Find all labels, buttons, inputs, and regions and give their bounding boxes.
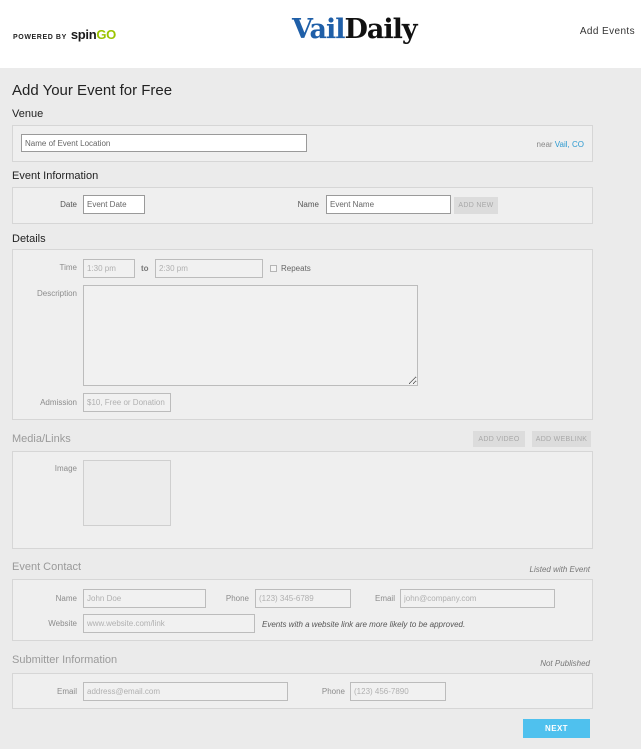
add-weblink-button[interactable]: ADD WEBLINK [532, 431, 591, 447]
contact-phone-input[interactable] [255, 589, 351, 608]
near-location: near Vail, CO [536, 140, 584, 149]
submitter-email-input[interactable] [83, 682, 288, 701]
powered-by: POWERED BY spinGO [13, 27, 116, 42]
repeats-label: Repeats [281, 264, 311, 273]
submitter-phone-input[interactable] [350, 682, 446, 701]
contact-phone-label: Phone [225, 594, 249, 603]
contact-website-label: Website [48, 619, 77, 628]
event-date-input[interactable] [83, 195, 145, 214]
contact-section-title: Event Contact [12, 561, 82, 573]
submitter-section-title: Submitter Information [12, 654, 118, 666]
date-label: Date [60, 200, 77, 209]
near-location-link[interactable]: Vail, CO [555, 140, 584, 149]
venue-section-title: Venue [12, 108, 44, 120]
submitter-panel: Email Phone [12, 673, 593, 709]
next-button[interactable]: NEXT [523, 719, 590, 738]
time-to-label: to [141, 264, 149, 273]
website-hint: Events with a website link are more like… [262, 620, 466, 629]
contact-panel: Name Phone Email Website Events with a w… [12, 579, 593, 641]
vail-daily-logo[interactable]: VailDaily [292, 14, 418, 45]
page-title: Add Your Event for Free [12, 82, 173, 99]
description-label: Description [36, 289, 77, 298]
contact-name-label: Name [55, 594, 77, 603]
add-video-button[interactable]: ADD VIDEO [473, 431, 525, 447]
venue-panel: near Vail, CO [12, 125, 593, 162]
submitter-phone-label: Phone [321, 687, 345, 696]
contact-email-label: Email [374, 594, 395, 603]
repeats-checkbox[interactable] [270, 265, 277, 272]
venue-input[interactable] [21, 134, 307, 152]
submitter-note: Not Published [540, 659, 590, 668]
admission-input[interactable] [83, 393, 171, 412]
top-bar: POWERED BY spinGO VailDaily Add Events [0, 0, 641, 68]
media-panel: Image [12, 451, 593, 549]
event-info-panel: Date Name ADD NEW [12, 187, 593, 224]
contact-email-input[interactable] [400, 589, 555, 608]
event-name-input[interactable] [326, 195, 451, 214]
event-name-label: Name [297, 200, 319, 209]
powered-by-label: POWERED BY [13, 34, 67, 41]
image-upload-box[interactable] [83, 460, 171, 526]
time-label: Time [59, 263, 77, 272]
contact-name-input[interactable] [83, 589, 206, 608]
submitter-email-label: Email [56, 687, 77, 696]
image-label: Image [54, 464, 77, 473]
media-section-title: Media/Links [12, 433, 71, 445]
end-time-input[interactable] [155, 259, 263, 278]
add-events-link[interactable]: Add Events [580, 26, 635, 37]
admission-label: Admission [40, 398, 77, 407]
spingo-logo[interactable]: spinGO [71, 27, 116, 42]
description-textarea[interactable] [83, 285, 418, 386]
contact-note: Listed with Event [529, 565, 590, 574]
start-time-input[interactable] [83, 259, 135, 278]
event-info-section-title: Event Information [12, 170, 99, 182]
details-section-title: Details [12, 233, 46, 245]
contact-website-input[interactable] [83, 614, 255, 633]
add-new-button[interactable]: ADD NEW [454, 197, 498, 214]
details-panel: Time to Repeats Description Admission [12, 249, 593, 420]
